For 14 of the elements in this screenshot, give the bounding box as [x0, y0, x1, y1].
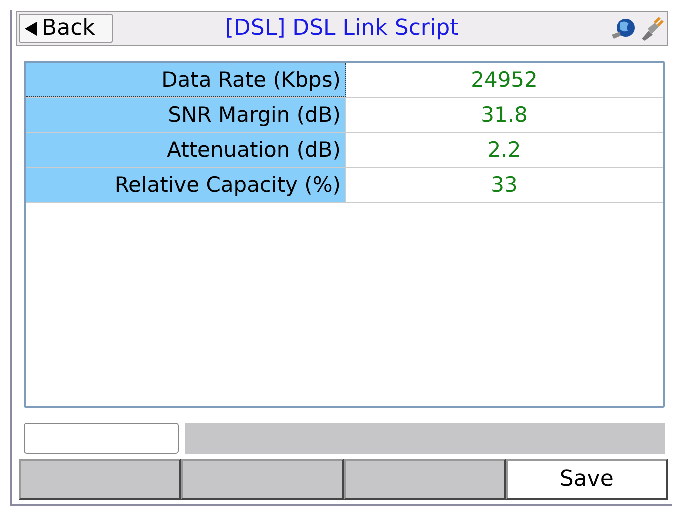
row-label: Data Rate (Kbps): [26, 63, 346, 97]
row-value: 31.8: [480, 102, 529, 129]
row-value: 2.2: [486, 137, 522, 164]
row-label: Relative Capacity (%): [26, 168, 346, 202]
input-field[interactable]: [24, 423, 179, 454]
plug-icon: [639, 16, 665, 40]
softkey-button[interactable]: Save: [506, 459, 668, 500]
back-button[interactable]: Back: [19, 14, 113, 43]
row-label: Attenuation (dB): [26, 133, 346, 167]
row-value: 24952: [470, 67, 539, 94]
row-value: 33: [490, 172, 519, 199]
window-title: [DSL] DSL Link Script: [225, 16, 460, 41]
back-arrow-icon: [24, 20, 38, 36]
row-label: SNR Margin (dB): [26, 98, 346, 132]
